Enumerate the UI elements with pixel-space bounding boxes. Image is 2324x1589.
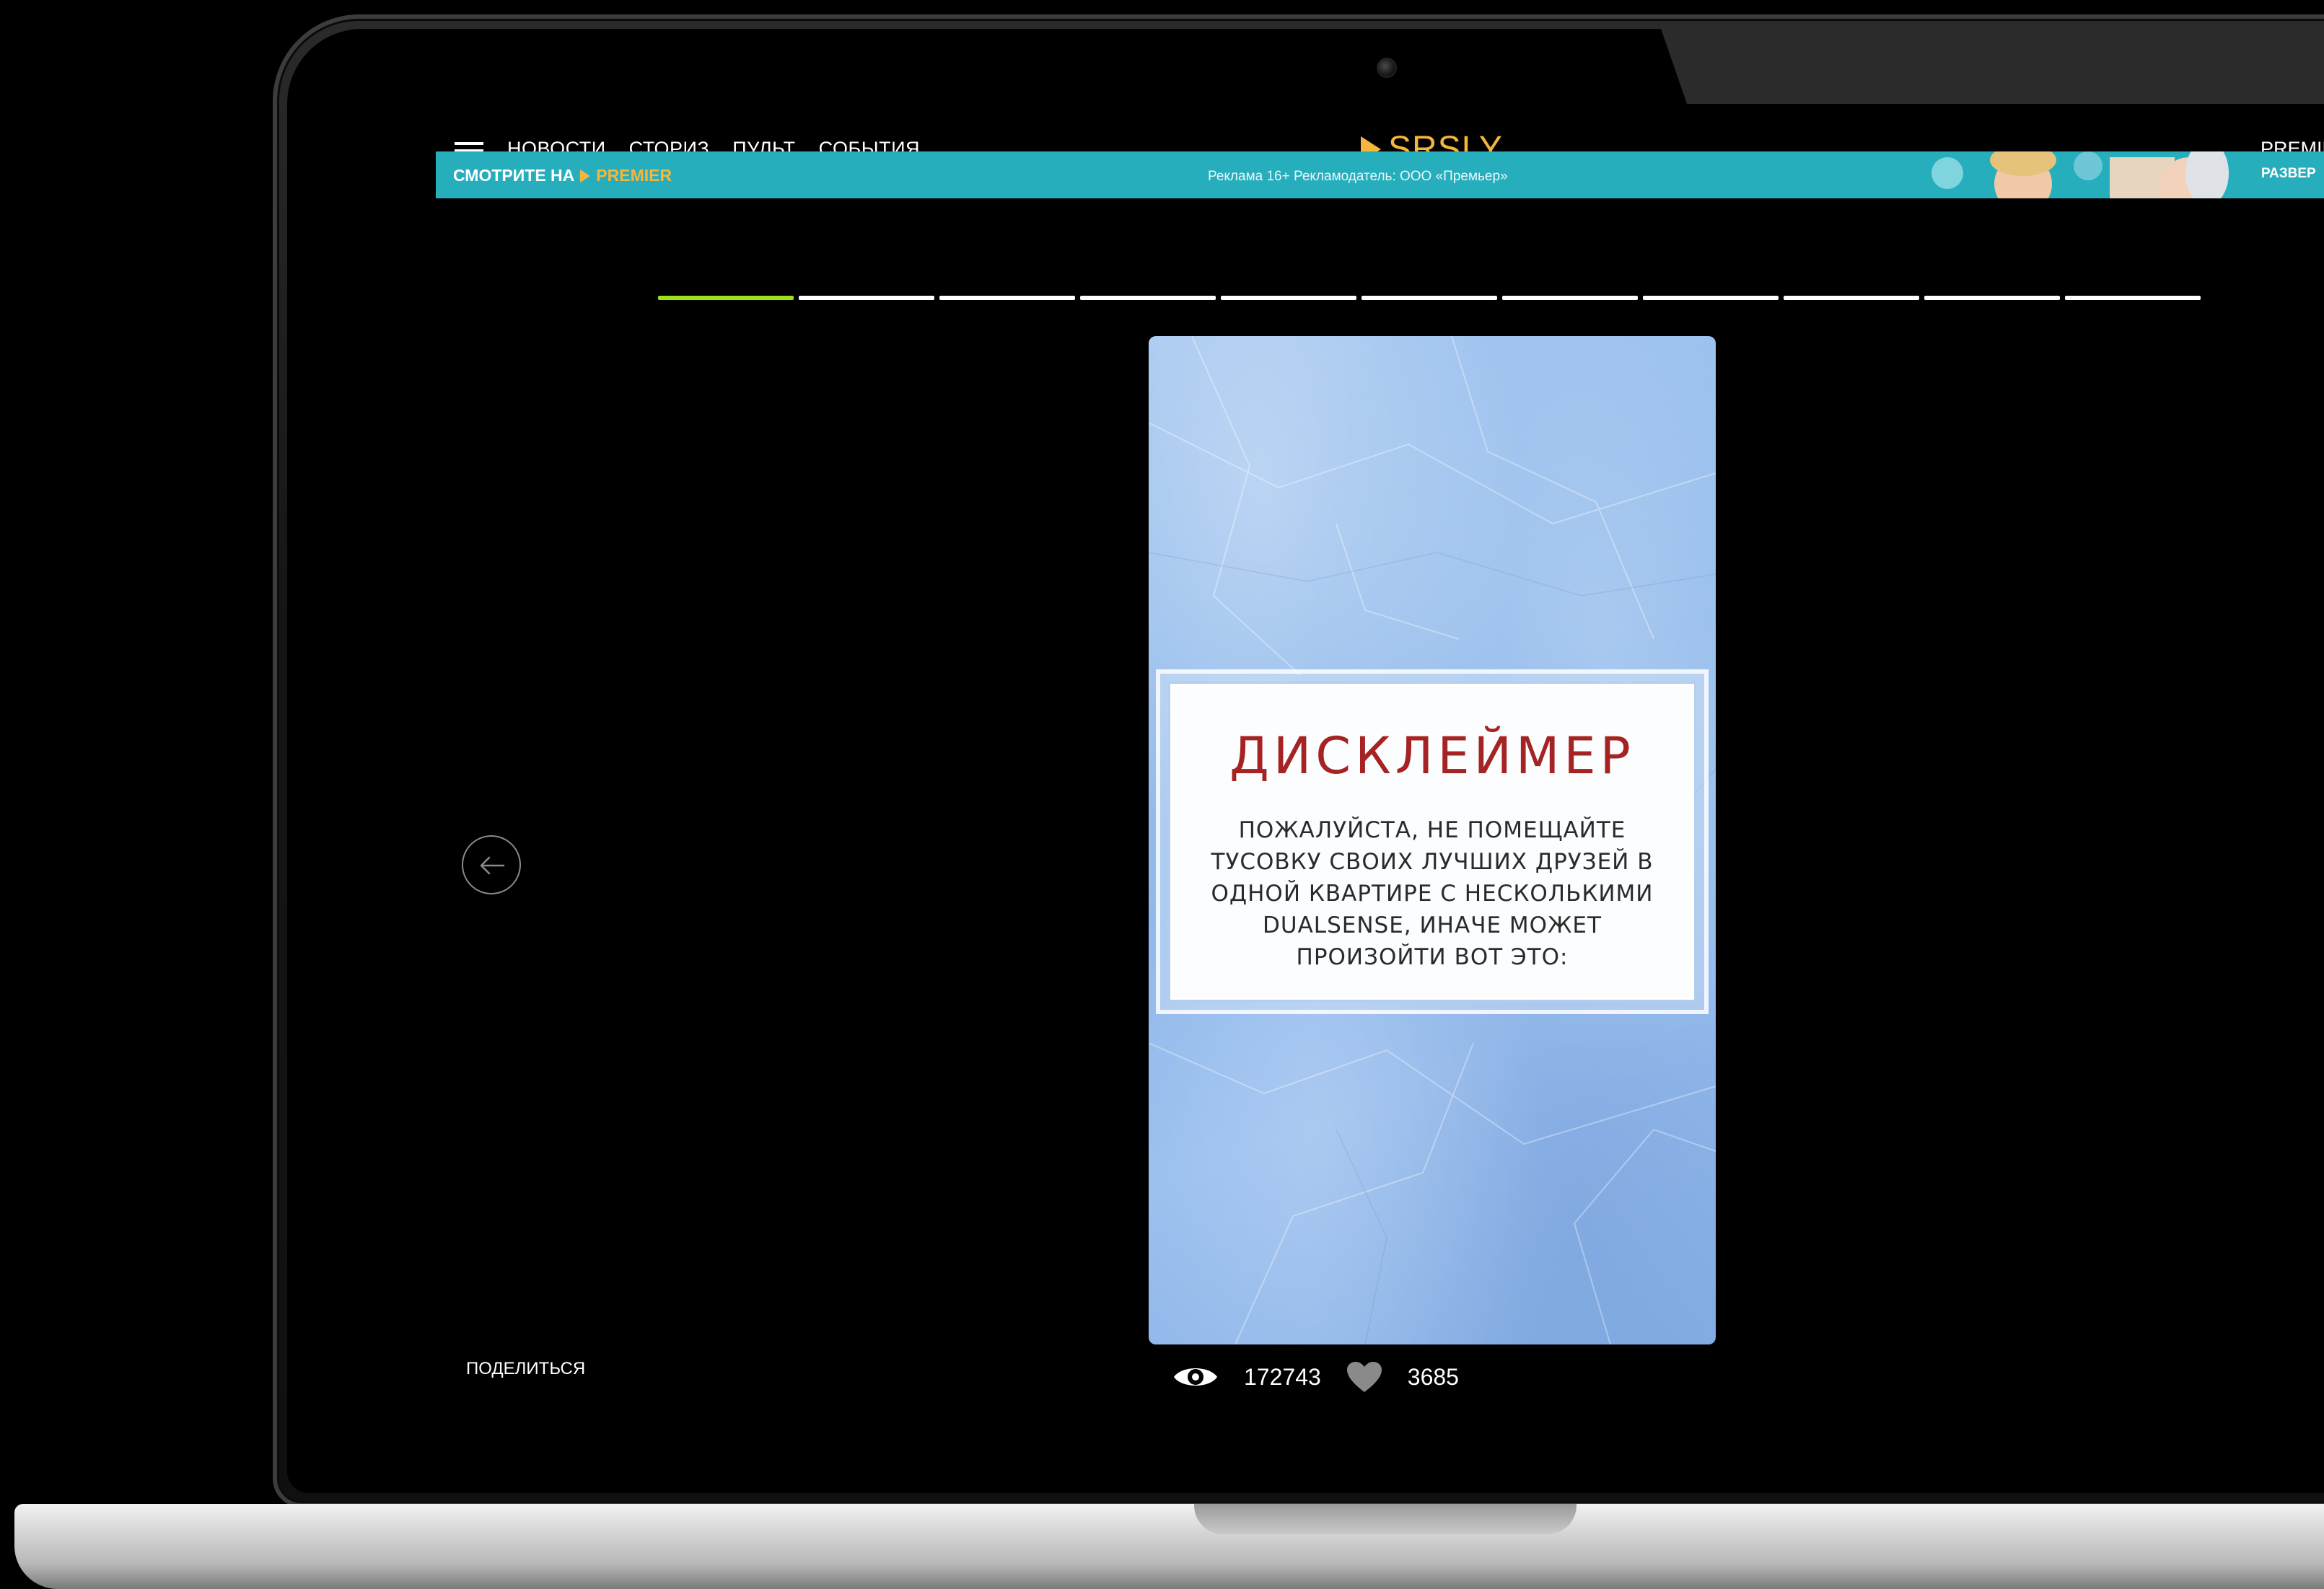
progress-segment[interactable] (1221, 296, 1356, 300)
progress-segment[interactable] (2065, 296, 2201, 300)
progress-segment[interactable] (1784, 296, 1919, 300)
eye-icon (1174, 1368, 1217, 1386)
ad-banner[interactable]: СМОТРИТЕ НА PREMIER Реклама 16+ Рекламод… (436, 151, 2324, 198)
share-button[interactable]: ПОДЕЛИТЬСЯ (466, 1359, 585, 1379)
disclaimer-panel: ДИСКЛЕЙМЕР ПОЖАЛУЙСТА, НЕ ПОМЕЩАЙТЕ ТУСО… (1170, 684, 1694, 1000)
ad-cta[interactable]: СМОТРИТЕ НА PREMIER (453, 166, 672, 185)
arrow-left-icon (480, 856, 505, 875)
laptop-opening-notch (1194, 1504, 1577, 1534)
progress-segment[interactable] (658, 296, 794, 300)
progress-segment[interactable] (1924, 296, 2060, 300)
progress-segment[interactable] (1080, 296, 1216, 300)
views-count: 172743 (1244, 1363, 1321, 1390)
browser-screen: НОВОСТИ СТОРИЗ ПУЛЬТ СОБЫТИЯ SRSLY PREMI… (286, 25, 2324, 1467)
progress-segment[interactable] (1502, 296, 1638, 300)
ad-disclosure: Реклама 16+ Рекламодатель: ООО «Премьер» (1208, 169, 1508, 184)
story-progress (658, 296, 2201, 300)
story-stats: 172743 3685 (1172, 1360, 1459, 1394)
likes-count: 3685 (1407, 1363, 1459, 1390)
disclaimer-frame: ДИСКЛЕЙМЕР ПОЖАЛУЙСТА, НЕ ПОМЕЩАЙТЕ ТУСО… (1156, 669, 1709, 1014)
heart-icon[interactable] (1346, 1360, 1383, 1394)
ad-cta-text: СМОТРИТЕ НА (453, 166, 575, 185)
story-card[interactable]: ДИСКЛЕЙМЕР ПОЖАЛУЙСТА, НЕ ПОМЕЩАЙТЕ ТУСО… (1149, 336, 1716, 1344)
play-triangle-icon (580, 169, 591, 182)
laptop-base (14, 1504, 2324, 1589)
previous-story-button[interactable] (462, 835, 521, 894)
progress-segment[interactable] (799, 296, 934, 300)
progress-segment[interactable] (1361, 296, 1497, 300)
ad-banner-artwork (1879, 151, 2254, 198)
ad-expand-button[interactable]: РАЗВЕР (2261, 166, 2316, 182)
progress-segment[interactable] (939, 296, 1075, 300)
disclaimer-text: ПОЖАЛУЙСТА, НЕ ПОМЕЩАЙТЕ ТУСОВКУ СВОИХ Л… (1211, 817, 1654, 970)
ad-brand: PREMIER (596, 166, 672, 185)
progress-segment[interactable] (1643, 296, 1779, 300)
disclaimer-title: ДИСКЛЕЙМЕР (1229, 726, 1635, 785)
